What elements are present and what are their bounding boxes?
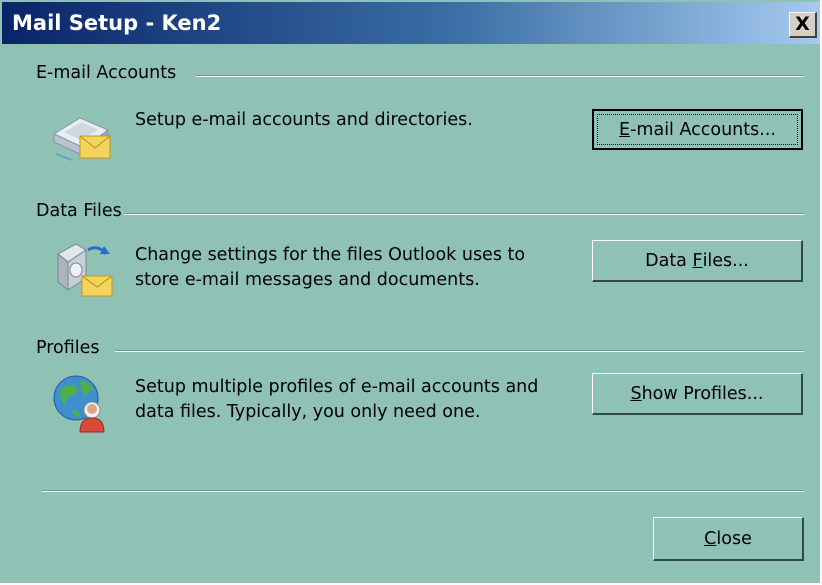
show-profiles-button[interactable]: Show Profiles...: [592, 373, 803, 415]
description-line: data files. Typically, you only need one…: [135, 402, 481, 422]
email-accounts-button-label: E -mail Accounts...: [597, 114, 798, 145]
window-title: Mail Setup - Ken2: [12, 11, 222, 35]
section-header-data-files: Data Files: [36, 201, 122, 221]
label-part: Data: [645, 250, 693, 271]
email-accounts-button[interactable]: E -mail Accounts...: [592, 109, 803, 150]
mnemonic-letter: E: [619, 119, 631, 140]
mnemonic-letter: C: [704, 528, 717, 549]
data-files-description: Change settings for the files Outlook us…: [135, 243, 525, 293]
section-header-email-accounts: E-mail Accounts: [36, 63, 177, 83]
profiles-description: Setup multiple profiles of e-mail accoun…: [135, 375, 538, 425]
label-part: how Profiles...: [641, 383, 764, 404]
section-divider: [115, 350, 804, 352]
mail-setup-dialog: Mail Setup - Ken2 X E-mail Accounts Setu…: [0, 0, 822, 585]
section-header-profiles: Profiles: [36, 338, 100, 358]
mnemonic-letter: F: [692, 250, 703, 271]
mnemonic-letter: S: [630, 383, 642, 404]
close-button[interactable]: Close: [653, 517, 804, 561]
label-part: lose: [716, 528, 752, 549]
description-line: Setup multiple profiles of e-mail accoun…: [135, 377, 539, 397]
description-line: store e-mail messages and documents.: [135, 270, 480, 290]
label-part: -mail Accounts...: [630, 119, 776, 140]
section-divider: [124, 213, 804, 215]
label-part: iles...: [702, 250, 749, 271]
email-accounts-icon: [52, 117, 111, 161]
data-files-button[interactable]: Data Files...: [592, 240, 803, 282]
description-line: Setup e-mail accounts and directories.: [135, 110, 473, 130]
footer-divider: [42, 490, 804, 492]
profiles-icon: [53, 375, 105, 433]
close-icon[interactable]: X: [789, 12, 817, 38]
title-bar[interactable]: Mail Setup - Ken2 X: [2, 2, 820, 44]
description-line: Change settings for the files Outlook us…: [135, 245, 526, 265]
section-divider: [196, 75, 804, 77]
data-files-icon: [57, 243, 113, 297]
email-accounts-description: Setup e-mail accounts and directories.: [135, 108, 473, 133]
